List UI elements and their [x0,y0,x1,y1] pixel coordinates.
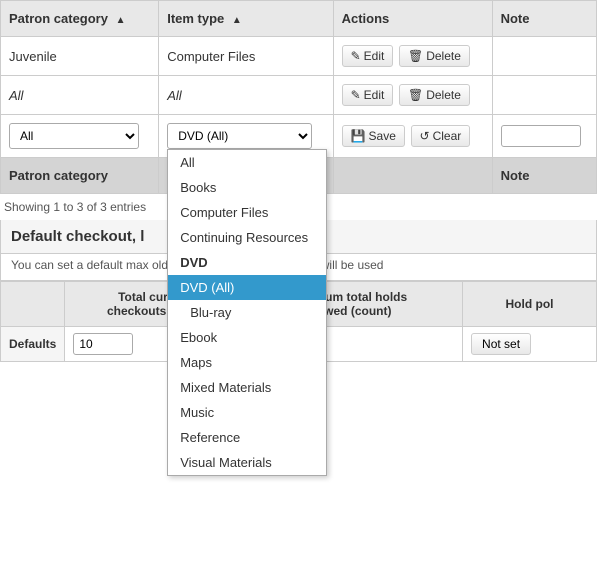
item-type-dropdown-menu: All Books Computer Files Continuing Reso… [167,149,327,476]
note-cell-1 [492,37,596,76]
save-button[interactable]: 💾 Save [342,125,405,147]
not-set-button[interactable]: Not set [471,333,531,355]
patron-category-select[interactable]: All Juvenile [9,123,139,149]
delete-button-1[interactable]: 🗑 Delete [399,45,470,67]
note-input-cell [492,115,596,158]
edit-row: All Juvenile DVD (All) All Books Compute… [1,115,597,158]
patron-select-cell: All Juvenile [1,115,159,158]
header-patron-category: Patron category ▲ [1,1,159,37]
item-type-cell-2: All [159,76,333,115]
dropdown-item-visual-materials[interactable]: Visual Materials [168,450,326,475]
edit-button-1[interactable]: ✎ Edit [342,45,394,67]
dropdown-item-all[interactable]: All [168,150,326,175]
bottom-header-hold-policy: Hold pol [463,282,597,327]
defaults-label: Defaults [1,327,65,362]
delete-icon: 🗑 [408,49,423,63]
dropdown-group-dvd: DVD [168,250,326,275]
item-select-cell: DVD (All) All Books Computer Files Conti… [159,115,333,158]
refresh-icon: ↺ [420,129,430,143]
patron-category-cell-2: All [1,76,159,115]
clear-button[interactable]: ↺ Clear [411,125,471,147]
dropdown-item-maps[interactable]: Maps [168,350,326,375]
item-type-dropdown-container: DVD (All) All Books Computer Files Conti… [167,123,312,149]
actions-cell-2: ✎ Edit 🗑 Delete [333,76,492,115]
patron-category-cell: Juvenile [1,37,159,76]
second-header-note: Note [492,158,596,194]
table-row: Juvenile Computer Files ✎ Edit 🗑 Delete [1,37,597,76]
sort-arrow-patron[interactable]: ▲ [116,15,126,26]
dropdown-item-music[interactable]: Music [168,400,326,425]
dropdown-item-computer-files[interactable]: Computer Files [168,200,326,225]
table-row: All All ✎ Edit 🗑 Delete [1,76,597,115]
dropdown-item-dvd-all[interactable]: DVD (All) [168,275,326,300]
dropdown-item-reference[interactable]: Reference [168,425,326,450]
dropdown-item-continuing-resources[interactable]: Continuing Resources [168,225,326,250]
actions-cell: ✎ Edit 🗑 Delete [333,37,492,76]
sort-arrow-item[interactable]: ▲ [232,15,242,26]
dropdown-item-bluray[interactable]: Blu-ray [168,300,326,325]
delete-button-2[interactable]: 🗑 Delete [399,84,470,106]
delete-icon-2: 🗑 [408,88,423,102]
edit-icon: ✎ [351,49,361,63]
hold-policy-cell: Not set [463,327,597,362]
edit-icon-2: ✎ [351,88,361,102]
checkout-input[interactable] [73,333,133,355]
item-type-select[interactable]: DVD (All) [167,123,312,149]
header-note: Note [492,1,596,37]
header-actions: Actions [333,1,492,37]
note-input[interactable] [501,125,581,147]
dropdown-item-ebook[interactable]: Ebook [168,325,326,350]
dropdown-item-mixed-materials[interactable]: Mixed Materials [168,375,326,400]
dropdown-item-books[interactable]: Books [168,175,326,200]
item-type-cell: Computer Files [159,37,333,76]
edit-button-2[interactable]: ✎ Edit [342,84,394,106]
note-cell-2 [492,76,596,115]
circulation-rules-table: Patron category ▲ Item type ▲ Actions No… [0,0,597,194]
bottom-header-blank [1,282,65,327]
header-item-type: Item type ▲ [159,1,333,37]
second-header-actions [333,158,492,194]
save-clear-cell: 💾 Save ↺ Clear [333,115,492,158]
save-icon: 💾 [351,129,366,143]
second-header-patron: Patron category [1,158,159,194]
